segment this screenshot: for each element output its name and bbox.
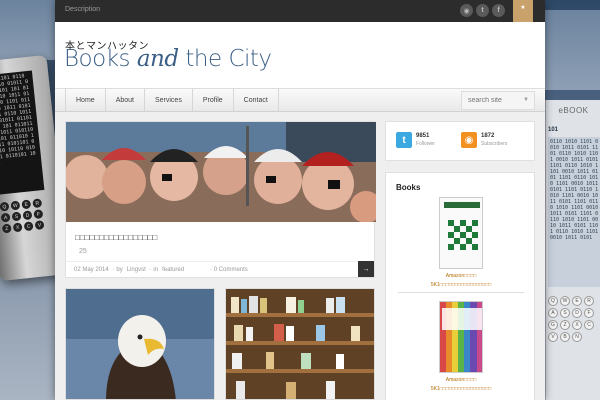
meta-in: · in	[149, 267, 159, 273]
read-more-button[interactable]: →	[358, 261, 374, 277]
ereader-keypad: QWERASDFGZXCVBN	[548, 296, 600, 342]
logo-text-books: Books	[64, 46, 137, 72]
rss-icon[interactable]: ◉	[460, 4, 473, 17]
background-window	[545, 10, 600, 90]
comment-count: 25	[79, 248, 87, 255]
nav-contact[interactable]: Contact	[234, 89, 279, 112]
site-header: 本とマンハッタン Books and the City	[55, 22, 545, 88]
main-navigation: Home About Services Profile Contact ▼	[55, 88, 545, 112]
books-heading: Books	[396, 183, 421, 192]
nav-about[interactable]: About	[106, 89, 145, 112]
twitter-label: Follower	[416, 141, 435, 147]
rss-label: Subscribers	[481, 141, 508, 147]
post-meta: 02 May 2014 · by Lingvst · in featured ·…	[66, 261, 374, 277]
ereader-device-right: eBOOK 101 0110 1010 1101 0010 1011 0101 …	[545, 100, 600, 400]
twitter-stat[interactable]: t 9851 Follower	[396, 132, 435, 148]
blog-page: Description ◉ t f ★ 本とマンハッタン Books and t…	[55, 0, 545, 400]
rss-stat[interactable]: ◉ 1872 Subscribers	[461, 132, 507, 148]
post-card-bookshelf[interactable]	[225, 288, 375, 400]
nav-profile[interactable]: Profile	[193, 89, 234, 112]
logo-text-and: and	[136, 46, 179, 72]
post-comments-link[interactable]: · 0 Comments	[210, 267, 248, 273]
amazon-link[interactable]: Amazon□□□□	[386, 273, 536, 279]
featured-post-image[interactable]	[66, 122, 376, 222]
book-cover[interactable]	[439, 197, 483, 269]
book-description[interactable]: 5K1□□□□□□□□□□□□□□□□□	[386, 386, 536, 392]
site-description: Description	[65, 6, 101, 13]
meta-by: · by	[112, 267, 123, 273]
book-cover-image	[440, 302, 482, 372]
post-date: 02 May 2014	[74, 267, 109, 273]
post-thumbnail-bookshelf	[226, 289, 374, 399]
divider	[398, 292, 524, 293]
search-input[interactable]	[468, 97, 520, 104]
twitter-count: 9851	[416, 133, 430, 139]
book-cover-image	[440, 198, 482, 268]
top-bar: Description ◉ t f ★	[55, 0, 545, 32]
ereader-label: eBOOK	[558, 106, 589, 115]
twitter-icon[interactable]: t	[476, 4, 489, 17]
nav-home[interactable]: Home	[65, 89, 106, 112]
post-author[interactable]: Lingvst	[127, 267, 146, 273]
twitter-bird-icon: t	[396, 132, 412, 148]
featured-post-title[interactable]: □□□□□□□□□□□□□□□□□	[75, 233, 157, 242]
nav-services[interactable]: Services	[145, 89, 193, 112]
book-item: Amazon□□□□ 5K1□□□□□□□□□□□□□□□□□	[386, 301, 536, 392]
search-box: ▼	[461, 91, 535, 110]
rss-count: 1872	[481, 133, 495, 139]
site-logo[interactable]: Books and the City	[64, 46, 272, 72]
featured-post: □□□□□□□□□□□□□□□□□ 25 02 May 2014 · by Li…	[65, 121, 376, 278]
post-category[interactable]: featured	[162, 267, 184, 273]
amazon-link[interactable]: Amazon□□□□	[386, 377, 536, 383]
book-description[interactable]: 5K1□□□□□□□□□□□□□□□□□	[386, 282, 536, 288]
post-card-eagle[interactable]	[65, 288, 215, 400]
logo-text-city: the City	[178, 46, 272, 72]
book-item: Amazon□□□□ 5K1□□□□□□□□□□□□□□□□□	[386, 197, 536, 293]
books-widget: Books Amazon□□□□ 5K1□□□□□□□□□□□□□□□□□ Am…	[385, 172, 535, 400]
chevron-down-icon[interactable]: ▼	[523, 97, 529, 103]
facebook-icon[interactable]: f	[492, 4, 505, 17]
ereader-page-number: 101	[548, 127, 559, 133]
social-links: ◉ t f	[460, 4, 505, 17]
ereader-screen: 0101101 0110 10110 01011 0110101 101 011…	[0, 70, 45, 195]
post-thumbnail-eagle	[66, 289, 214, 399]
social-stats: t 9851 Follower ◉ 1872 Subscribers	[385, 121, 535, 161]
ereader-keypad: QWERASDFZXCV	[0, 197, 52, 234]
background-window	[0, 0, 55, 60]
ereader-screen: 0110 1010 1101 0010 1011 0101 1101 0110 …	[548, 137, 600, 287]
rss-feed-icon: ◉	[461, 132, 477, 148]
book-cover[interactable]	[439, 301, 483, 373]
